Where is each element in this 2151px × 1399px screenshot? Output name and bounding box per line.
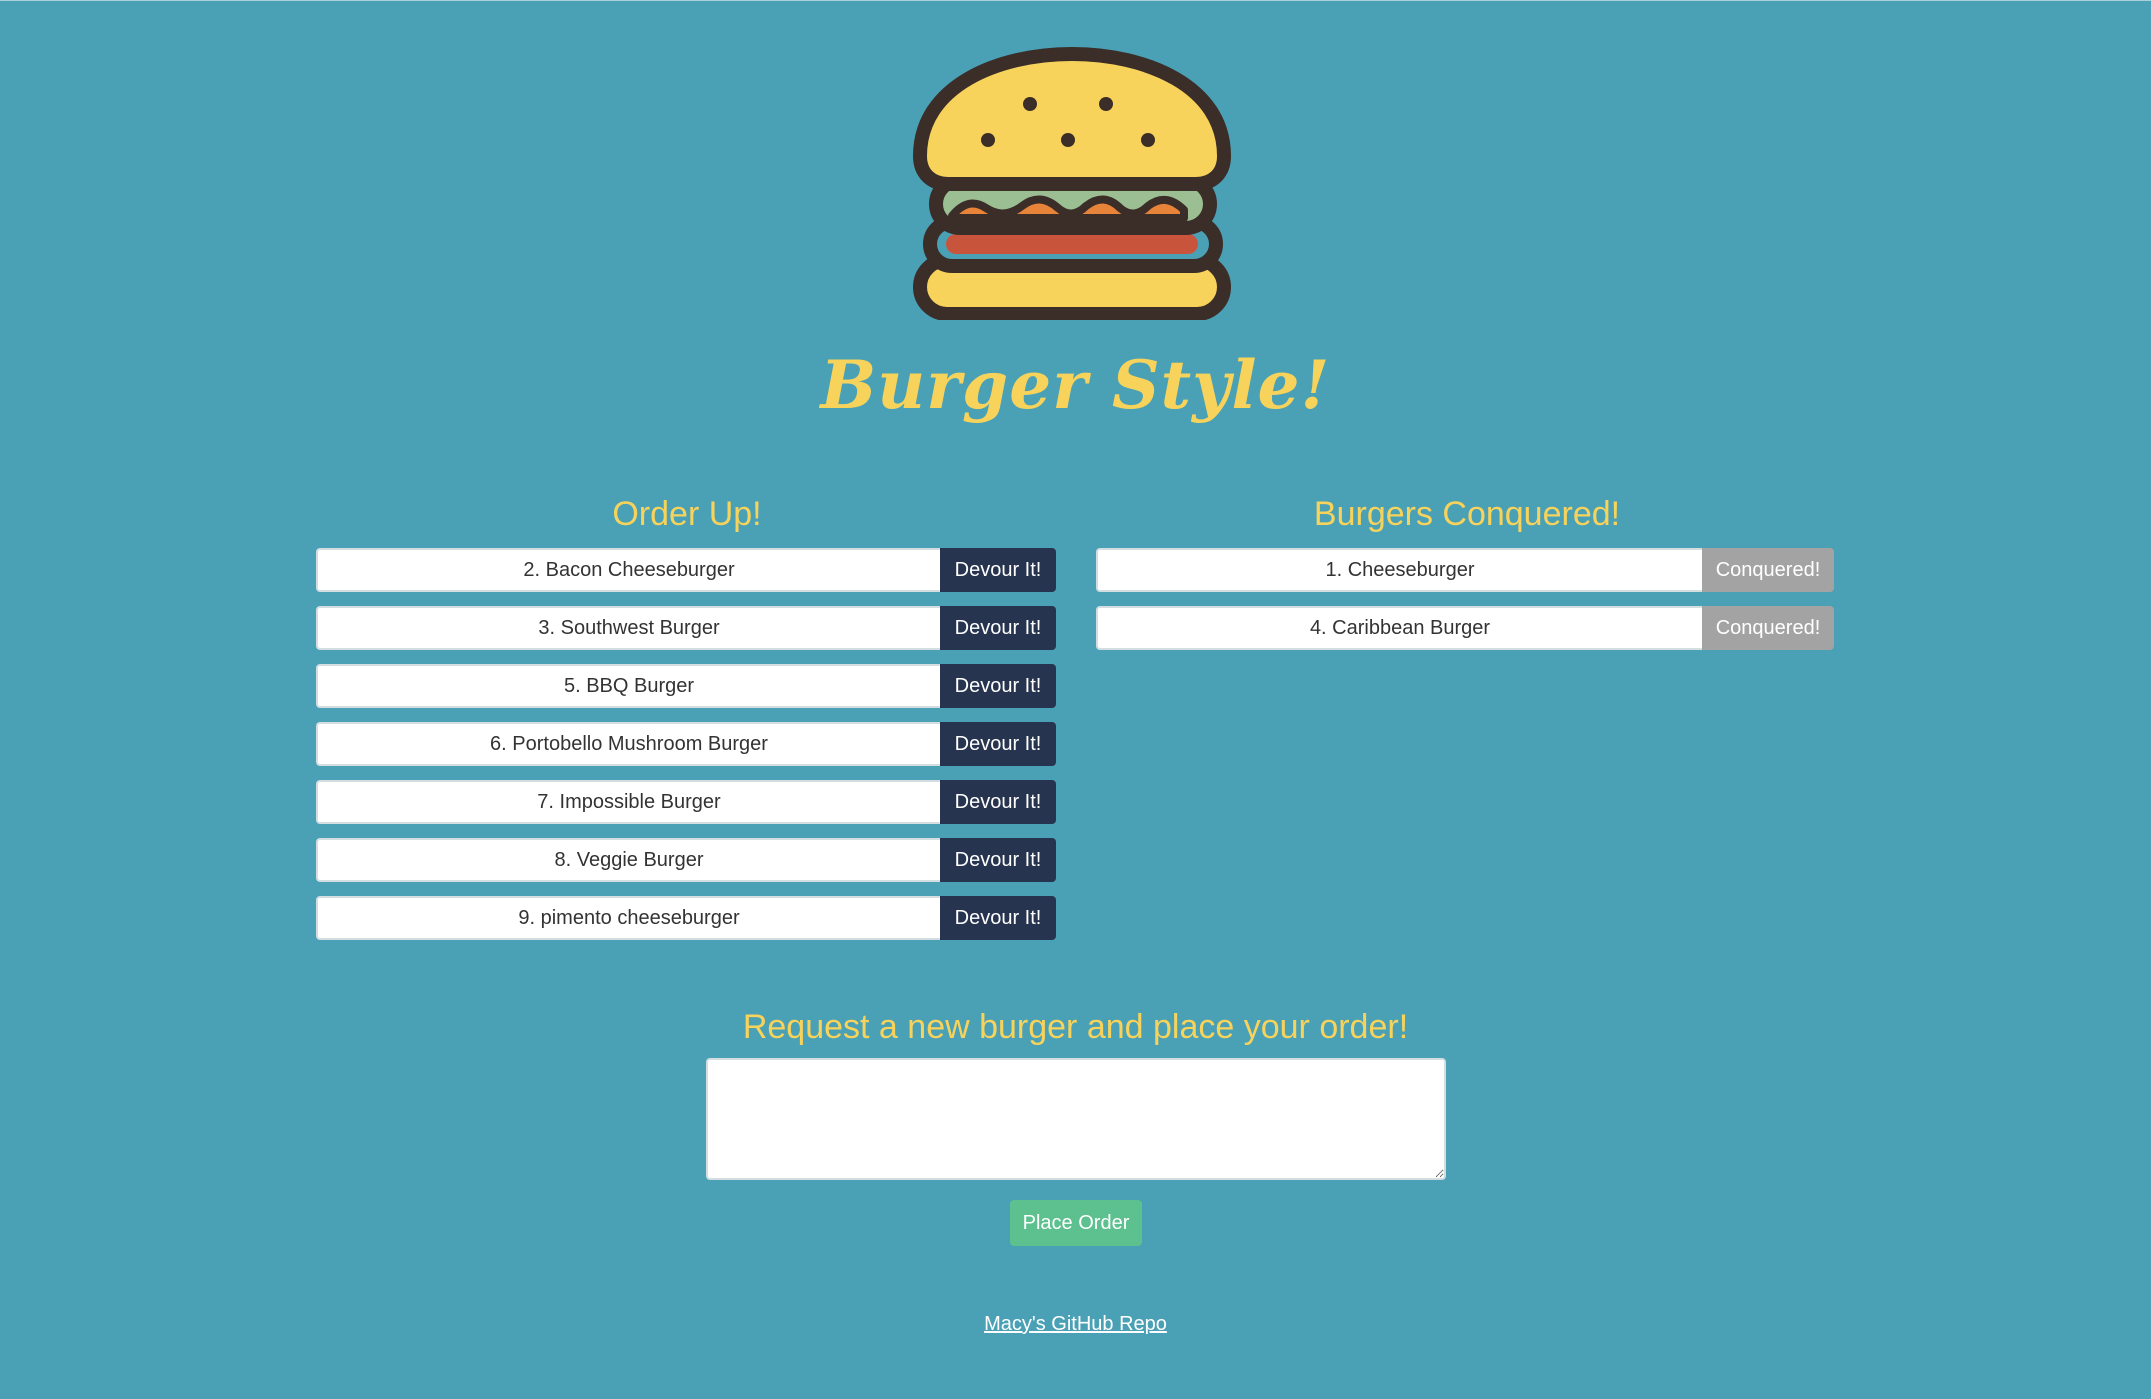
burger-icon xyxy=(913,47,1231,320)
burger-row: 8. Veggie Burger Devour It! xyxy=(316,838,1056,882)
burger-name: 8. Veggie Burger xyxy=(316,838,940,882)
burger-row: 5. BBQ Burger Devour It! xyxy=(316,664,1056,708)
burger-row: 9. pimento cheeseburger Devour It! xyxy=(316,896,1056,940)
github-repo-link[interactable]: Macy's GitHub Repo xyxy=(0,1313,2151,1336)
devour-button[interactable]: Devour It! xyxy=(940,606,1056,650)
page-title: Burger Style! xyxy=(820,346,1331,424)
burger-row: 6. Portobello Mushroom Burger Devour It! xyxy=(316,722,1056,766)
burger-row: 1. Cheeseburger Conquered! xyxy=(1096,548,1834,592)
burgers-conquered-heading: Burgers Conquered! xyxy=(1313,495,1621,533)
burger-name: 7. Impossible Burger xyxy=(316,780,940,824)
burger-name: 2. Bacon Cheeseburger xyxy=(316,548,940,592)
burger-name: 3. Southwest Burger xyxy=(316,606,940,650)
burger-row: 7. Impossible Burger Devour It! xyxy=(316,780,1056,824)
burger-name: 4. Caribbean Burger xyxy=(1096,606,1702,650)
devour-button[interactable]: Devour It! xyxy=(940,664,1056,708)
top-border xyxy=(0,0,2151,1)
burger-row: 3. Southwest Burger Devour It! xyxy=(316,606,1056,650)
conquered-button[interactable]: Conquered! xyxy=(1702,606,1834,650)
burger-name: 1. Cheeseburger xyxy=(1096,548,1702,592)
burger-row: 2. Bacon Cheeseburger Devour It! xyxy=(316,548,1056,592)
place-order-button[interactable]: Place Order xyxy=(1010,1200,1142,1246)
devour-button[interactable]: Devour It! xyxy=(940,896,1056,940)
request-heading: Request a new burger and place your orde… xyxy=(742,1008,1409,1046)
devour-button[interactable]: Devour It! xyxy=(940,548,1056,592)
order-up-heading: Order Up! xyxy=(612,495,762,533)
devour-button[interactable]: Devour It! xyxy=(940,780,1056,824)
burger-request-input[interactable] xyxy=(706,1058,1446,1180)
devour-button[interactable]: Devour It! xyxy=(940,722,1056,766)
conquered-button[interactable]: Conquered! xyxy=(1702,548,1834,592)
devour-button[interactable]: Devour It! xyxy=(940,838,1056,882)
burger-name: 5. BBQ Burger xyxy=(316,664,940,708)
burger-row: 4. Caribbean Burger Conquered! xyxy=(1096,606,1834,650)
burger-name: 6. Portobello Mushroom Burger xyxy=(316,722,940,766)
burger-name: 9. pimento cheeseburger xyxy=(316,896,940,940)
